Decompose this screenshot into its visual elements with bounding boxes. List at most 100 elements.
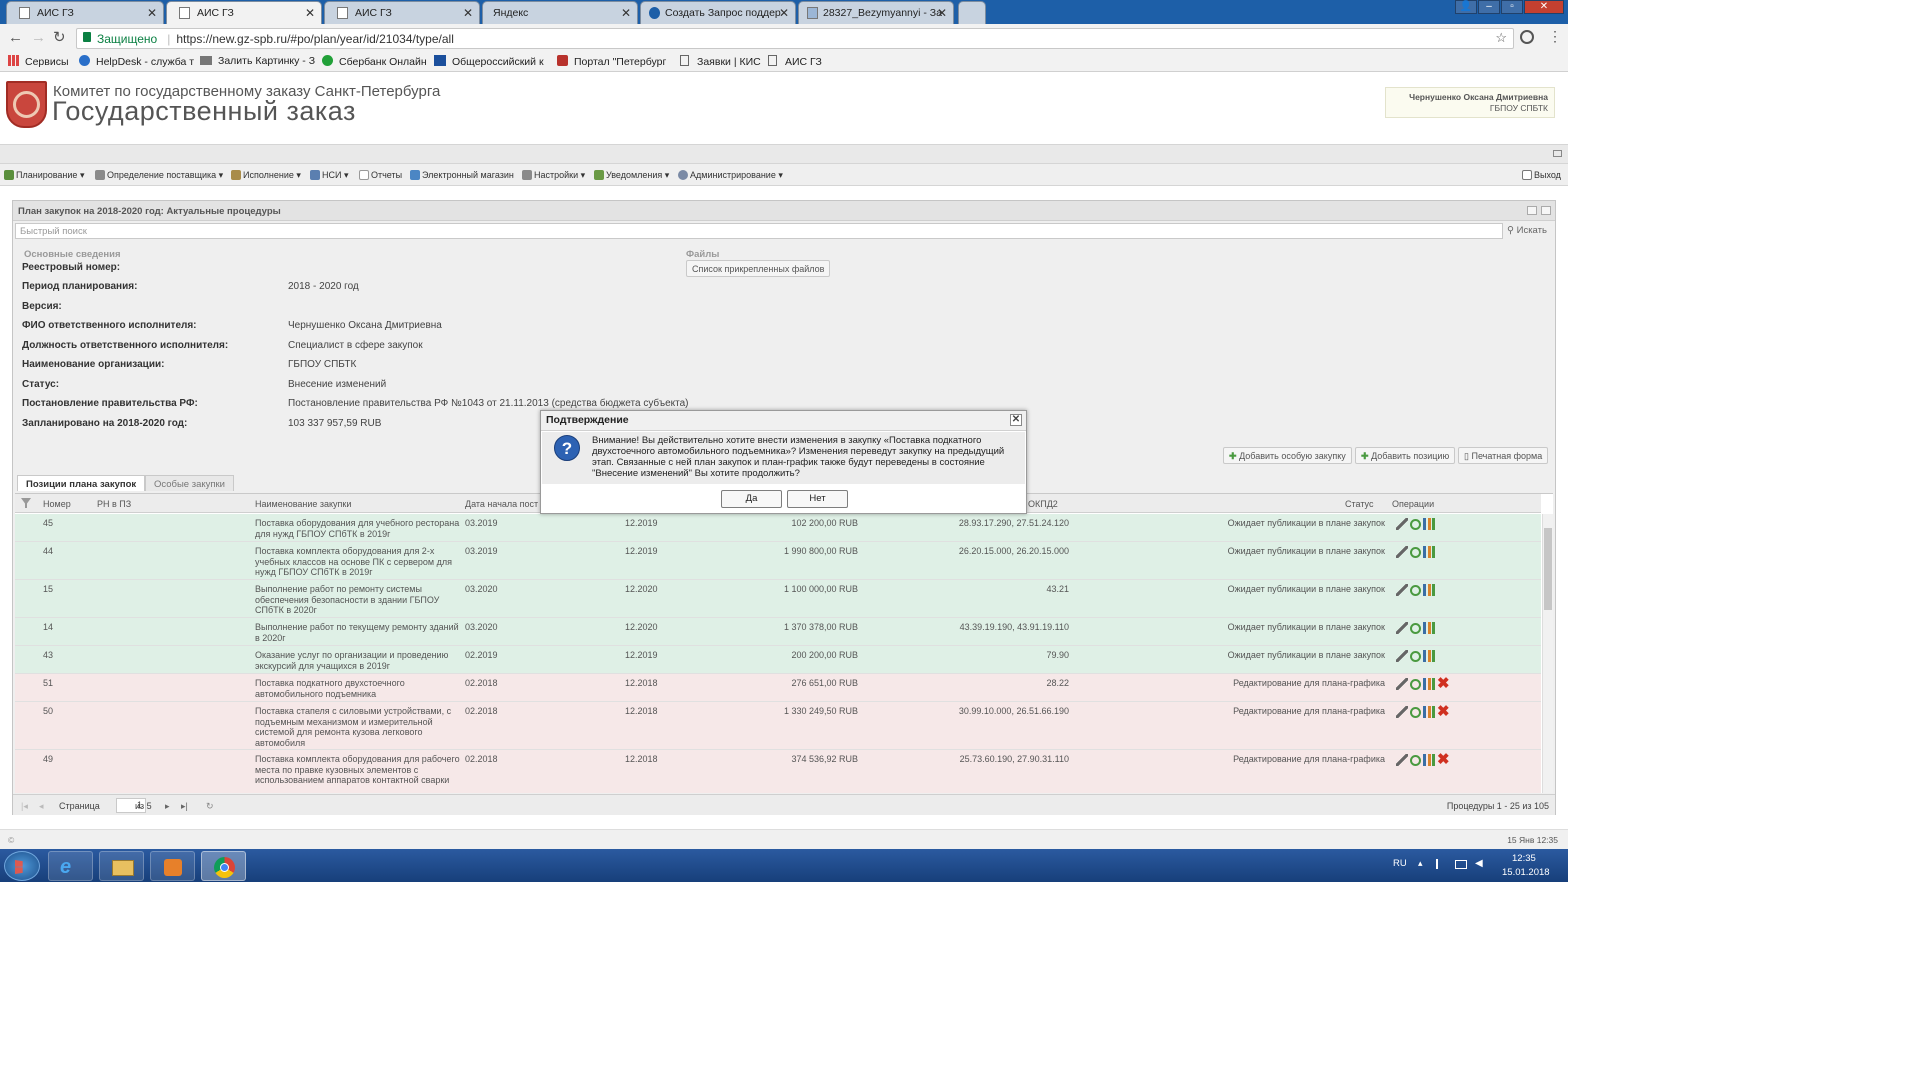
edit-icon[interactable] bbox=[1396, 678, 1408, 690]
edit-icon[interactable] bbox=[1396, 622, 1408, 634]
network-icon[interactable] bbox=[1455, 860, 1467, 869]
table-row[interactable]: 51 Поставка подкатного двухстоечного авто… bbox=[15, 674, 1541, 702]
menu-administration[interactable]: Администрирование ▾ bbox=[678, 170, 783, 181]
extension-icon[interactable] bbox=[1520, 30, 1534, 44]
grid-scrollbar[interactable] bbox=[1542, 514, 1553, 793]
bookmark-helpdesk[interactable]: HelpDesk - служба т bbox=[79, 55, 194, 68]
window-close-icon[interactable]: ✕ bbox=[1524, 0, 1564, 14]
chart-icon[interactable] bbox=[1423, 706, 1435, 718]
history-icon[interactable] bbox=[1410, 518, 1421, 530]
search-button[interactable]: ⚲ Искать bbox=[1507, 225, 1547, 236]
bookmark-sberbank[interactable]: Сбербанк Онлайн bbox=[322, 55, 427, 68]
menu-reports[interactable]: Отчеты bbox=[359, 170, 402, 180]
star-icon[interactable]: ☆ bbox=[1495, 30, 1507, 46]
new-tab-button[interactable] bbox=[958, 1, 986, 24]
column-name[interactable]: Наименование закупки bbox=[255, 499, 351, 509]
refresh-icon[interactable]: ↻ bbox=[206, 801, 214, 812]
menu-planning[interactable]: Планирование ▾ bbox=[4, 170, 84, 181]
prev-page-icon[interactable]: ◂ bbox=[39, 801, 44, 812]
minimize-panel-icon[interactable] bbox=[1527, 206, 1537, 215]
bookmark-services[interactable]: Сервисы bbox=[8, 55, 69, 68]
history-icon[interactable] bbox=[1410, 678, 1421, 690]
quick-search-input[interactable]: Быстрый поиск bbox=[15, 223, 1503, 239]
next-page-icon[interactable]: ▸ bbox=[165, 801, 170, 812]
menu-execution[interactable]: Исполнение ▾ bbox=[231, 170, 301, 181]
menu-eshop[interactable]: Электронный магазин bbox=[410, 170, 514, 180]
table-row[interactable]: 50 Поставка стапеля с силовыми устройства… bbox=[15, 702, 1541, 750]
chart-icon[interactable] bbox=[1423, 622, 1435, 634]
tab-plan-positions[interactable]: Позиции плана закупок bbox=[17, 475, 146, 491]
close-tab-icon[interactable]: ✕ bbox=[779, 6, 789, 20]
browser-tab-active[interactable]: АИС ГЗ ✕ bbox=[166, 1, 322, 24]
maximize-icon[interactable]: ▫ bbox=[1501, 0, 1523, 14]
delete-icon[interactable]: ✖ bbox=[1437, 752, 1450, 766]
yes-button[interactable]: Да bbox=[721, 490, 782, 508]
no-button[interactable]: Нет bbox=[787, 490, 848, 508]
scrollbar-thumb[interactable] bbox=[1544, 528, 1552, 610]
print-form-button[interactable]: ▯ Печатная форма bbox=[1458, 447, 1549, 464]
filter-icon[interactable] bbox=[21, 498, 31, 508]
column-status[interactable]: Статус bbox=[1345, 499, 1373, 509]
dialog-close-icon[interactable]: ✕ bbox=[1010, 414, 1022, 426]
column-number[interactable]: Номер bbox=[43, 499, 71, 509]
chart-icon[interactable] bbox=[1423, 678, 1435, 690]
history-icon[interactable] bbox=[1410, 546, 1421, 558]
chart-icon[interactable] bbox=[1423, 584, 1435, 596]
attached-files-button[interactable]: Список прикрепленных файлов bbox=[686, 260, 831, 277]
edit-icon[interactable] bbox=[1396, 706, 1408, 718]
forward-icon[interactable]: → bbox=[31, 29, 46, 46]
language-indicator[interactable]: RU bbox=[1393, 858, 1407, 869]
first-page-icon[interactable]: |◂ bbox=[21, 801, 28, 812]
reload-icon[interactable]: ↻ bbox=[53, 28, 66, 46]
browser-tab[interactable]: Яндекс ✕ bbox=[482, 1, 638, 24]
menu-supplier[interactable]: Определение поставщика ▾ bbox=[95, 170, 223, 181]
menu-settings[interactable]: Настройки ▾ bbox=[522, 170, 585, 181]
add-position-button[interactable]: ✚ Добавить позицию bbox=[1355, 447, 1456, 464]
url-input[interactable]: Защищено | https://new.gz-spb.ru/#po/plan/… bbox=[76, 28, 1514, 49]
table-row[interactable]: 15 Выполнение работ по ремонту системы об… bbox=[15, 580, 1541, 618]
minimize-icon[interactable]: – bbox=[1478, 0, 1500, 14]
table-row[interactable]: 14 Выполнение работ по текущему ремонту з… bbox=[15, 618, 1541, 646]
file-explorer-icon[interactable] bbox=[99, 851, 144, 881]
column-operations[interactable]: Операции bbox=[1392, 499, 1434, 509]
table-row[interactable]: 45 Поставка оборудования для учебного рес… bbox=[15, 514, 1541, 542]
logout-button[interactable]: Выход bbox=[1522, 170, 1561, 180]
chart-icon[interactable] bbox=[1423, 518, 1435, 530]
history-icon[interactable] bbox=[1410, 584, 1421, 596]
tab-special-purchases[interactable]: Особые закупки bbox=[145, 475, 234, 491]
collapse-icon[interactable] bbox=[1553, 150, 1562, 157]
history-icon[interactable] bbox=[1410, 650, 1421, 662]
browser-tab[interactable]: Создать Запрос поддер ✕ bbox=[640, 1, 796, 24]
last-page-icon[interactable]: ▸| bbox=[181, 801, 188, 812]
close-tab-icon[interactable]: ✕ bbox=[305, 6, 315, 20]
menu-notifications[interactable]: Уведомления ▾ bbox=[594, 170, 669, 181]
bookmark-upload-image[interactable]: Залить Картинку - З bbox=[200, 55, 315, 67]
history-icon[interactable] bbox=[1410, 706, 1421, 718]
refresh-panel-icon[interactable] bbox=[1541, 206, 1551, 215]
column-start-date[interactable]: Дата начала пост bbox=[465, 499, 538, 509]
chrome-icon[interactable] bbox=[201, 851, 246, 881]
menu-nsi[interactable]: НСИ ▾ bbox=[310, 170, 349, 181]
delete-icon[interactable]: ✖ bbox=[1437, 676, 1450, 690]
browser-tab[interactable]: АИС ГЗ ✕ bbox=[324, 1, 480, 24]
volume-icon[interactable]: ◀ bbox=[1475, 858, 1483, 869]
internet-explorer-icon[interactable]: e bbox=[48, 851, 93, 881]
bookmark-zayavki-kis[interactable]: Заявки | КИС bbox=[680, 55, 761, 68]
bookmark-obshcherossiyskiy[interactable]: Общероссийский к bbox=[434, 55, 544, 68]
edit-icon[interactable] bbox=[1396, 754, 1408, 766]
column-okpd2[interactable]: ОКПД2 bbox=[1028, 499, 1058, 509]
user-info[interactable]: Чернушенко Оксана Дмитриевна ГБПОУ СПБТК bbox=[1385, 87, 1555, 118]
back-icon[interactable]: ← bbox=[8, 29, 23, 46]
table-row[interactable]: 49 Поставка комплекта оборудования для ра… bbox=[15, 750, 1541, 793]
chart-icon[interactable] bbox=[1423, 754, 1435, 766]
edit-icon[interactable] bbox=[1396, 518, 1408, 530]
table-row[interactable]: 43 Оказание услуг по организации и провед… bbox=[15, 646, 1541, 674]
user-icon[interactable]: 👤 bbox=[1455, 0, 1477, 14]
clock-time[interactable]: 12:35 bbox=[1512, 853, 1536, 864]
edit-icon[interactable] bbox=[1396, 546, 1408, 558]
chart-icon[interactable] bbox=[1423, 650, 1435, 662]
delete-icon[interactable]: ✖ bbox=[1437, 704, 1450, 718]
close-tab-icon[interactable]: ✕ bbox=[463, 6, 473, 20]
chart-icon[interactable] bbox=[1423, 546, 1435, 558]
tray-arrow-icon[interactable]: ▴ bbox=[1418, 858, 1423, 869]
